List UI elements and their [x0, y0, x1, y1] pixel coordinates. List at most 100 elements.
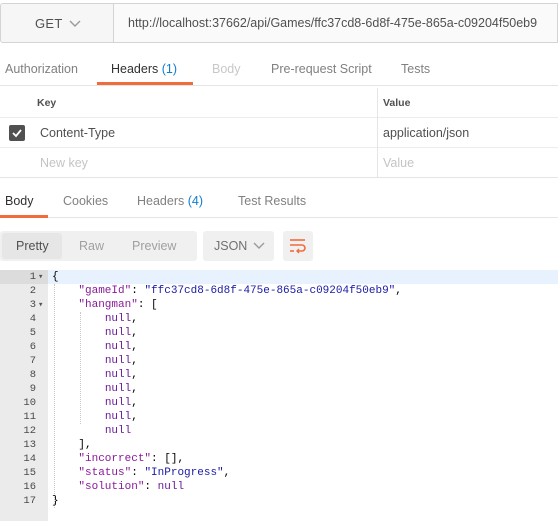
line-number: 8 — [29, 369, 36, 381]
code-line: 16 "solution": null — [0, 480, 558, 494]
tab-response-body[interactable]: Body — [5, 194, 34, 208]
tab-authorization[interactable]: Authorization — [5, 62, 78, 76]
response-tabs: Body Cookies Headers (4) Test Results — [0, 186, 558, 218]
active-tab-indicator — [0, 215, 48, 218]
header-enabled-checkbox[interactable] — [9, 125, 25, 141]
code-line: 14 "incorrect": [], — [0, 452, 558, 466]
code-line: 8 null, — [0, 368, 558, 382]
fold-toggle-icon[interactable]: ▾ — [38, 270, 43, 284]
tab-response-headers[interactable]: Headers (4) — [137, 194, 203, 208]
code-text: "solution": null — [78, 481, 185, 493]
response-toolbar: Pretty Raw Preview JSON — [0, 228, 558, 262]
line-number: 4 — [29, 313, 36, 325]
tab-cookies[interactable]: Cookies — [63, 194, 108, 208]
tab-label: Pre-request Script — [271, 62, 372, 76]
code-line: 10 null, — [0, 396, 558, 410]
code-text: null, — [104, 369, 138, 381]
tab-tests[interactable]: Tests — [401, 62, 430, 76]
new-header-row: New key Value — [0, 148, 558, 178]
tab-label: Tests — [401, 62, 431, 76]
code-text: null, — [104, 355, 138, 367]
chevron-down-icon — [69, 20, 81, 27]
tab-label: Cookies — [63, 194, 109, 208]
line-number: 6 — [29, 341, 36, 353]
new-key-input[interactable]: New key — [40, 156, 88, 170]
code-line: 7 null, — [0, 354, 558, 368]
code-text: null, — [104, 341, 138, 353]
tab-headers[interactable]: Headers (1) — [111, 62, 177, 76]
new-value-input[interactable]: Value — [383, 156, 414, 170]
url-text: http://localhost:37662/api/Games/ffc37cd… — [128, 16, 538, 30]
method-select[interactable]: GET — [0, 3, 114, 43]
code-text: "hangman": [ — [78, 299, 158, 311]
tab-label: Authorization — [5, 62, 78, 76]
code-line: 12 null — [0, 424, 558, 438]
view-mode-segmented: Pretty Raw Preview — [0, 231, 197, 261]
code-text: } — [52, 495, 59, 507]
line-number: 5 — [29, 327, 36, 339]
line-number: 3 — [29, 299, 36, 311]
response-body-editor[interactable]: 1 ▾{2 "gameId": "ffc37cd8-6d8f-475e-865a-… — [0, 270, 558, 521]
line-number: 9 — [29, 383, 36, 395]
tab-count: (4) — [187, 194, 204, 208]
check-icon — [12, 129, 22, 138]
code-text: null, — [104, 397, 138, 409]
method-label: GET — [35, 16, 63, 31]
code-text: null, — [104, 313, 138, 325]
header-value-cell[interactable]: application/json — [383, 126, 469, 140]
format-label: JSON — [214, 239, 248, 253]
url-input[interactable]: http://localhost:37662/api/Games/ffc37cd… — [114, 3, 558, 43]
view-raw-button[interactable]: Raw — [79, 239, 104, 253]
code-line: 6 null, — [0, 340, 558, 354]
code-text: null, — [104, 411, 138, 423]
line-number: 16 — [23, 481, 36, 493]
line-number: 13 — [23, 439, 36, 451]
code-line: 13 ], — [0, 438, 558, 452]
tab-label: Body — [212, 62, 241, 76]
tab-label: Headers — [137, 194, 185, 208]
code-text: null, — [104, 383, 138, 395]
active-tab-indicator — [97, 82, 193, 85]
chevron-down-icon — [253, 242, 265, 249]
fold-toggle-icon[interactable]: ▾ — [38, 298, 43, 312]
view-pretty-button[interactable]: Pretty — [16, 239, 49, 253]
tab-test-results[interactable]: Test Results — [238, 194, 306, 208]
tab-label: Body — [5, 194, 34, 208]
line-number: 12 — [23, 425, 36, 437]
view-preview-button[interactable]: Preview — [132, 239, 176, 253]
line-number: 11 — [23, 411, 36, 423]
line-number: 2 — [29, 285, 36, 297]
wrap-lines-button[interactable] — [283, 231, 313, 261]
code-line: 11 null, — [0, 410, 558, 424]
line-number: 10 — [23, 397, 36, 409]
request-tabs: Authorization Headers (1) Body Pre-reque… — [0, 56, 558, 86]
code-line: 17} — [0, 494, 558, 508]
code-line: 15 "status": "InProgress", — [0, 466, 558, 480]
line-number: 15 — [23, 467, 36, 479]
code-text: "incorrect": [], — [78, 453, 185, 465]
wrap-lines-icon — [290, 239, 306, 254]
format-select[interactable]: JSON — [203, 231, 274, 261]
tab-pre-request-script[interactable]: Pre-request Script — [271, 62, 372, 76]
tab-body[interactable]: Body — [212, 62, 241, 76]
table-header-row: Key Value — [0, 88, 558, 118]
line-number: 1 — [29, 271, 36, 283]
code-line: 3 ▾ "hangman": [ — [0, 298, 558, 312]
code-text: "gameId": "ffc37cd8-6d8f-475e-865a-c0920… — [78, 285, 402, 297]
line-number: 7 — [29, 355, 36, 367]
code-text: { — [52, 271, 59, 283]
tab-label: Headers — [111, 62, 159, 76]
code-text: ], — [52, 439, 92, 451]
code-line: 2 "gameId": "ffc37cd8-6d8f-475e-865a-c09… — [0, 284, 558, 298]
code-line: 1 ▾ { — [0, 270, 558, 284]
headers-table: Key Value Content-Type application/json … — [0, 88, 558, 178]
tab-count: (1) — [161, 62, 178, 76]
column-header-value: Value — [383, 97, 411, 109]
code-line: 5 null, — [0, 326, 558, 340]
column-divider — [377, 88, 378, 178]
column-header-key: Key — [37, 97, 57, 109]
request-bar: GET http://localhost:37662/api/Games/ffc… — [0, 0, 558, 48]
code-text: null, — [104, 327, 138, 339]
line-number: 14 — [23, 453, 36, 465]
header-key-cell[interactable]: Content-Type — [40, 126, 115, 140]
